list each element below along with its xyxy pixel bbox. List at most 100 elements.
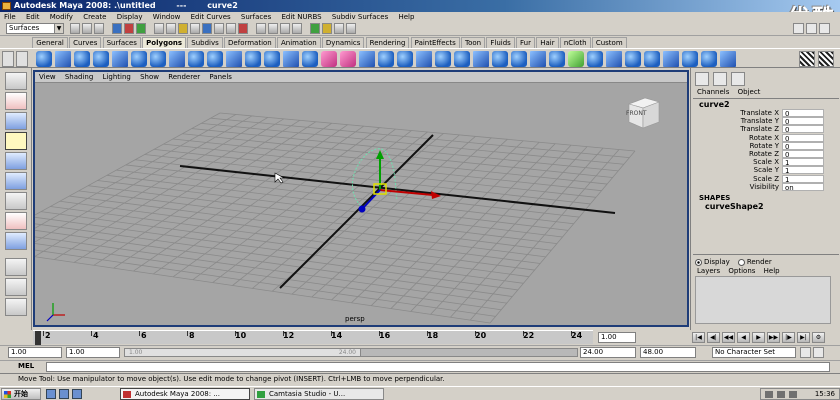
- uv-editor-icon[interactable]: [663, 51, 679, 67]
- poly-cone-icon[interactable]: [93, 51, 109, 67]
- toggle-attribute-editor-icon[interactable]: [819, 23, 830, 34]
- layer-menu-layers[interactable]: Layers: [697, 267, 720, 275]
- wedge-face-icon[interactable]: [530, 51, 546, 67]
- attr-value-field[interactable]: 0: [782, 141, 824, 151]
- poly-cube-icon[interactable]: [55, 51, 71, 67]
- channelbox-layers-mode-icon[interactable]: [713, 72, 727, 86]
- shelf-tab-toon[interactable]: Toon: [461, 37, 486, 48]
- tray-app-icon[interactable]: [789, 391, 797, 398]
- tray-volume-icon[interactable]: [765, 391, 773, 398]
- split-polygon-icon[interactable]: [435, 51, 451, 67]
- viewport-menu-show[interactable]: Show: [140, 73, 159, 81]
- bevel-icon[interactable]: [492, 51, 508, 67]
- channel-box-object-name[interactable]: curve2: [699, 100, 730, 109]
- taskbar-button-maya[interactable]: Autodesk Maya 2008: ...: [120, 388, 250, 400]
- poly-platonic-icon[interactable]: [226, 51, 242, 67]
- animation-prefs-icon[interactable]: ⚙: [812, 332, 825, 343]
- shelf-tab-curves[interactable]: Curves: [69, 37, 102, 48]
- shelf-tab-general[interactable]: General: [32, 37, 68, 48]
- layout-two-icon[interactable]: [5, 278, 27, 296]
- insert-edge-loop-icon[interactable]: [454, 51, 470, 67]
- shelf-tab-animation[interactable]: Animation: [276, 37, 321, 48]
- separate-icon[interactable]: [264, 51, 280, 67]
- mask-joints-icon[interactable]: [166, 23, 176, 34]
- playback-start-field[interactable]: 1.00: [66, 347, 120, 358]
- manipulator-tool-icon[interactable]: [5, 192, 27, 210]
- menu-file[interactable]: File: [4, 13, 16, 21]
- shelf-tab-hair[interactable]: Hair: [536, 37, 559, 48]
- menu-display[interactable]: Display: [117, 13, 143, 21]
- attr-label[interactable]: Translate Y: [741, 117, 779, 125]
- menu-surfaces[interactable]: Surfaces: [241, 13, 271, 21]
- layer-editor-mode-icon[interactable]: [731, 72, 745, 86]
- menu-help[interactable]: Help: [398, 13, 414, 21]
- lasso-tool-icon[interactable]: [5, 92, 27, 110]
- start-button[interactable]: 开始: [1, 388, 41, 400]
- layout-single-icon[interactable]: [5, 232, 27, 250]
- step-forward-key-icon[interactable]: ▶▶: [767, 332, 780, 343]
- render-icon[interactable]: [322, 23, 332, 34]
- menu-window[interactable]: Window: [153, 13, 181, 21]
- poly-pipe-icon[interactable]: [150, 51, 166, 67]
- shelf-menu-icon[interactable]: [2, 51, 14, 67]
- mask-deformers-icon[interactable]: [202, 23, 212, 34]
- smooth-icon[interactable]: [302, 51, 318, 67]
- attr-value-field[interactable]: 0: [782, 117, 824, 126]
- play-backward-icon[interactable]: ◀: [737, 332, 750, 343]
- attr-label[interactable]: Scale Y: [754, 166, 779, 174]
- poly-prism-icon[interactable]: [169, 51, 185, 67]
- poly-soccer-icon[interactable]: [207, 51, 223, 67]
- save-scene-icon[interactable]: [94, 23, 104, 34]
- shelf-tab-fluids[interactable]: Fluids: [486, 37, 515, 48]
- shelf-tab-custom[interactable]: Custom: [591, 37, 627, 48]
- normals-icon[interactable]: [644, 51, 660, 67]
- animation-end-field[interactable]: 48.00: [640, 347, 696, 358]
- duplicate-face-icon[interactable]: [549, 51, 565, 67]
- attr-value-field[interactable]: 1: [782, 174, 824, 184]
- new-scene-icon[interactable]: [70, 23, 80, 34]
- channel-box-menu-channels[interactable]: Channels: [697, 88, 729, 96]
- select-component-icon[interactable]: [136, 23, 146, 34]
- mask-dynamics-icon[interactable]: [214, 23, 224, 34]
- animation-start-field[interactable]: 1.00: [8, 347, 62, 358]
- attr-label[interactable]: Rotate Y: [750, 142, 779, 150]
- snap-grid-icon[interactable]: [256, 23, 266, 34]
- time-slider[interactable]: 2 4 6 8 10 12 14 16 18 20 22 24: [33, 330, 593, 345]
- combine-icon[interactable]: [245, 51, 261, 67]
- cylindrical-mapping-icon[interactable]: [701, 51, 717, 67]
- current-frame-field[interactable]: 1.00: [598, 332, 636, 343]
- snap-curve-icon[interactable]: [268, 23, 278, 34]
- mirror-geometry-icon[interactable]: [359, 51, 375, 67]
- step-back-icon[interactable]: ◀|: [707, 332, 720, 343]
- automatic-mapping-icon[interactable]: [720, 51, 736, 67]
- poly-helix-icon[interactable]: [188, 51, 204, 67]
- soft-mod-tool-icon[interactable]: [5, 212, 27, 230]
- extrude-icon[interactable]: [378, 51, 394, 67]
- mask-surfaces-icon[interactable]: [190, 23, 200, 34]
- merge-vertices-icon[interactable]: [568, 51, 584, 67]
- layout-four-icon[interactable]: [5, 258, 27, 276]
- attr-value-field[interactable]: on: [782, 182, 824, 192]
- layer-menu-help[interactable]: Help: [764, 267, 780, 275]
- shelf-tabs-menu-icon[interactable]: [16, 51, 28, 67]
- ipr-render-icon[interactable]: [334, 23, 344, 34]
- viewport-menu-view[interactable]: View: [39, 73, 56, 81]
- snap-point-icon[interactable]: [280, 23, 290, 34]
- shelf-tab-ncloth[interactable]: nCloth: [559, 37, 591, 48]
- history-icon[interactable]: [310, 23, 320, 34]
- fill-hole-icon[interactable]: [625, 51, 641, 67]
- shelf-tab-surfaces[interactable]: Surfaces: [102, 37, 141, 48]
- shelf-tab-fur[interactable]: Fur: [516, 37, 535, 48]
- mel-label[interactable]: MEL: [18, 362, 34, 370]
- viewport-menu-renderer[interactable]: Renderer: [168, 73, 200, 81]
- auto-key-icon[interactable]: [800, 347, 811, 358]
- go-to-end-icon[interactable]: ▶|: [797, 332, 810, 343]
- poly-sphere-icon[interactable]: [36, 51, 52, 67]
- append-polygon-icon[interactable]: [416, 51, 432, 67]
- channelbox-mode-icon[interactable]: [695, 72, 709, 86]
- attr-label[interactable]: Visibility: [750, 183, 779, 191]
- attr-value-field[interactable]: 0: [782, 125, 824, 134]
- range-slider-handle[interactable]: 1.00 24.00: [125, 349, 361, 356]
- menu-edit-nurbs[interactable]: Edit NURBS: [281, 13, 321, 21]
- range-slider[interactable]: 1.00 24.00: [124, 348, 578, 357]
